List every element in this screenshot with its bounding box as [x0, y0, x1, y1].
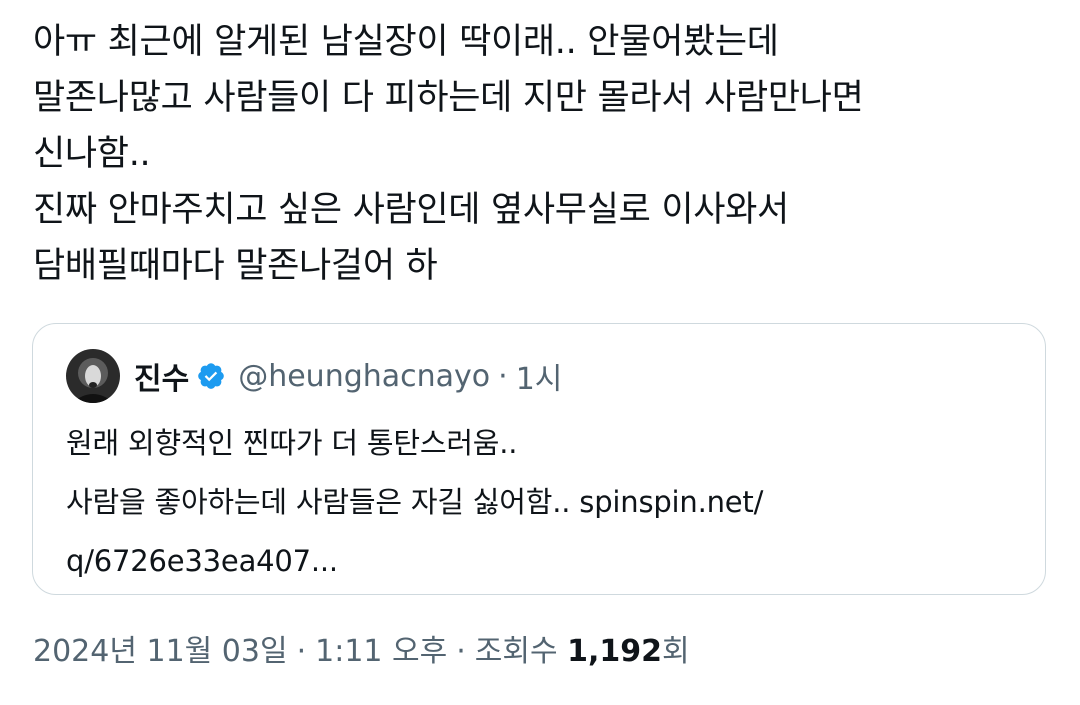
post-time[interactable]: 1시 [516, 354, 563, 398]
avatar-image [66, 349, 120, 403]
tweet-text-line: 아ㅠ 최근에 알게된 남실장이 딱이래.. 안물어봤는데 [33, 22, 779, 62]
views-label: 조회수 [474, 634, 558, 669]
views-suffix: 회 [662, 634, 690, 669]
quoted-text-line: 원래 외향적인 찐따가 더 통탄스러움.. [66, 426, 518, 460]
views-count: 1,192 [567, 634, 663, 669]
tweet-text-line: 신나함.. [33, 134, 151, 174]
quoted-text-line: 사람을 좋아하는데 사람들은 자길 싫어함.. spinspin.net/ [66, 485, 764, 519]
separator-dot: · [296, 634, 307, 669]
author-name[interactable]: 진수 [134, 354, 189, 398]
quoted-text-line: q/6726e33ea407... [66, 544, 338, 578]
tweet-text: 아ㅠ 최근에 알게된 남실장이 딱이래.. 안물어봤는데 말존나많고 사람들이 … [33, 14, 1053, 294]
separator-dot: · [456, 634, 466, 669]
author-handle[interactable]: @heunghacnayo [238, 359, 490, 394]
tweet-text-line: 진짜 안마주치고 싶은 사람인데 옆사무실로 이사와서 [33, 190, 789, 230]
tweet-text-line: 말존나많고 사람들이 다 피하는데 지만 몰라서 사람만나면 [33, 78, 864, 118]
tweet-meta: 2024년 11월 03일 · 1:11 오후 · 조회수 1,192회 [33, 632, 690, 672]
avatar[interactable] [66, 349, 120, 403]
separator-dot: · [498, 358, 508, 394]
post-time-full[interactable]: 1:11 오후 [315, 634, 447, 669]
tweet-text-line: 담배필때마다 말존나걸어 하 [33, 246, 438, 286]
post-date[interactable]: 2024년 11월 03일 [33, 634, 288, 669]
quoted-tweet-text: 원래 외향적인 찐따가 더 통탄스러움.. 사람을 좋아하는데 사람들은 자길 … [66, 414, 763, 591]
quoted-tweet-header: 진수 @heunghacnayo · 1시 [66, 348, 562, 404]
verified-badge-icon [198, 363, 225, 389]
quoted-tweet-card[interactable]: 진수 @heunghacnayo · 1시 원래 외향적인 찐따가 더 통탄스러… [32, 323, 1046, 595]
